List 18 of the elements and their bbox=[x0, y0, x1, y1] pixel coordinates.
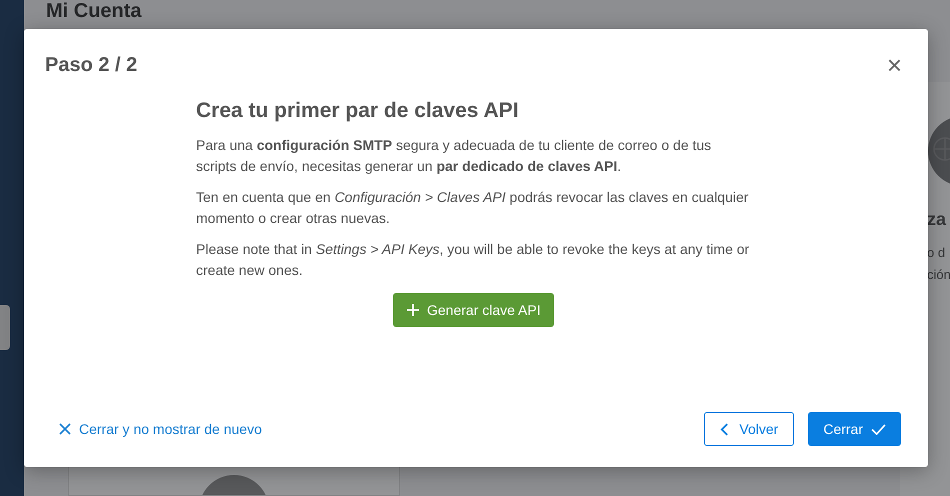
sidebar-tab[interactable] bbox=[0, 305, 10, 350]
back-button[interactable]: Volver bbox=[704, 412, 794, 446]
paragraph: Para una configuración SMTP segura y adecuada de tu cliente de correo o de tus scripts de envío, necesitas generar un par dedicado de claves API. bbox=[196, 136, 712, 176]
dialog-heading: Crea tu primer par de claves API bbox=[196, 99, 520, 123]
close-dialog-button[interactable]: Cerrar bbox=[808, 412, 901, 446]
paragraph: Please note that in Settings > API Keys, you will be able to revoke the keys at any time or create new ones. bbox=[196, 240, 750, 280]
close-icon bbox=[59, 423, 71, 435]
page-title: Mi Cuenta bbox=[46, 0, 143, 22]
dismiss-link[interactable]: Cerrar y no mostrar de nuevo bbox=[59, 421, 262, 437]
close-button[interactable]: × bbox=[882, 53, 906, 77]
plus-icon bbox=[406, 303, 420, 317]
check-icon bbox=[871, 424, 886, 434]
generate-button[interactable]: Generar clave API bbox=[393, 293, 554, 327]
paragraph: Ten en cuenta que en Configuración > Claves API podrás revocar las claves en cualquier momento o crear otras nuevas. bbox=[196, 188, 750, 228]
chevron-left-icon bbox=[720, 422, 730, 436]
card-text: za bbox=[927, 208, 946, 230]
dialog-title: Paso 2 / 2 bbox=[45, 54, 138, 76]
card-text: ción bbox=[927, 266, 950, 284]
